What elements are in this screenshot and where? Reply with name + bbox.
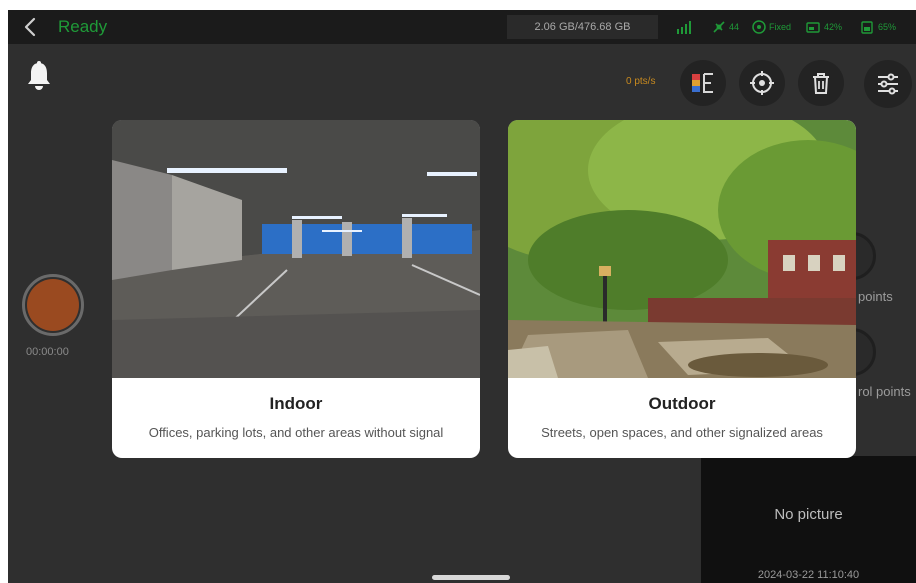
- controller-battery-value: 42%: [824, 22, 843, 32]
- sliders-icon: [878, 73, 898, 95]
- points-rate: 0 pts/s: [626, 76, 656, 87]
- bell-icon: [28, 61, 50, 90]
- storage-text: 2.06 GB/476.68 GB: [534, 21, 631, 33]
- outdoor-image: [508, 120, 856, 378]
- delete-button[interactable]: [798, 60, 844, 106]
- battery-icon: [861, 21, 873, 34]
- satellite-icon: [713, 21, 725, 33]
- fix-status: Fixed: [769, 22, 792, 32]
- notification-button[interactable]: [24, 60, 54, 92]
- fix-indicator: Fixed: [751, 18, 791, 36]
- indoor-image: [112, 120, 480, 378]
- controller-battery-icon: [806, 22, 820, 33]
- settings-button[interactable]: [864, 60, 912, 108]
- trash-icon: [813, 73, 829, 94]
- picture-timestamp: 2024-03-22 11:10:40: [757, 569, 860, 581]
- outdoor-description: Streets, open spaces, and other signaliz…: [541, 425, 823, 440]
- record-dot: [27, 279, 79, 331]
- control-points-label: rol points: [858, 384, 911, 399]
- battery-value: 65%: [878, 22, 897, 32]
- target-icon: [752, 20, 766, 34]
- scene-option-outdoor[interactable]: Outdoor Streets, open spaces, and other …: [508, 120, 856, 458]
- app-screen: Ready 2.06 GB/476.68 GB 44 Fixed 42% 65%…: [8, 10, 916, 583]
- picture-panel: No picture 2024-03-22 11:10:40: [701, 456, 916, 583]
- points-label: points: [858, 289, 893, 304]
- status-title: Ready: [58, 17, 108, 36]
- status-bar: Ready 2.06 GB/476.68 GB 44 Fixed 42% 65%: [8, 10, 916, 44]
- color-mode-button[interactable]: [680, 60, 726, 106]
- recording-time: 00:00:00: [26, 346, 69, 358]
- back-button[interactable]: [18, 14, 44, 40]
- elevation-color-icon: [692, 73, 713, 93]
- signal-indicator: [676, 18, 692, 36]
- chevron-left-icon: [24, 17, 36, 37]
- home-indicator[interactable]: [432, 575, 510, 580]
- storage-indicator: 2.06 GB/476.68 GB: [507, 15, 658, 39]
- outdoor-title: Outdoor: [648, 394, 716, 413]
- no-picture-text: No picture: [774, 506, 843, 523]
- locate-button[interactable]: [739, 60, 785, 106]
- indoor-title: Indoor: [269, 394, 323, 413]
- controller-battery-indicator: 42%: [806, 18, 842, 36]
- crosshair-icon: [750, 71, 774, 95]
- indoor-description: Offices, parking lots, and other areas w…: [148, 425, 444, 440]
- satellite-indicator: 44: [711, 18, 739, 36]
- scene-option-indoor[interactable]: Indoor Offices, parking lots, and other …: [112, 120, 480, 458]
- record-button[interactable]: [22, 274, 84, 336]
- satellite-count: 44: [729, 22, 740, 32]
- battery-indicator: 65%: [860, 18, 896, 36]
- signal-bars-icon: [677, 21, 691, 34]
